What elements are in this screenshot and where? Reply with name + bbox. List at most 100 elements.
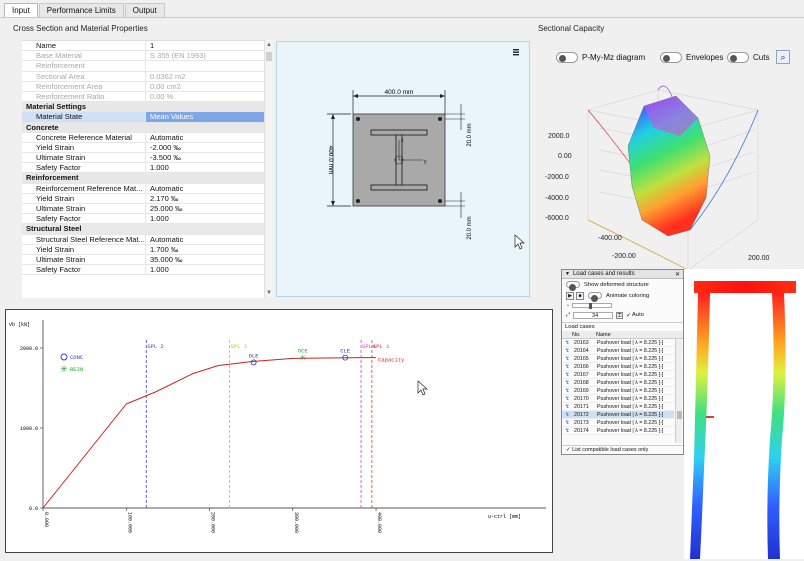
x-tick-label: 200.000 [210, 512, 216, 533]
property-row: Reinforcement [22, 61, 264, 72]
speed-slider[interactable] [572, 303, 613, 309]
check-icon[interactable]: ✓ [566, 447, 571, 453]
property-grid-scrollbar[interactable]: ▲ ▼ [264, 40, 273, 298]
property-value[interactable]: 25.000 ‰ [146, 204, 264, 213]
property-group-header[interactable]: Reinforcement [22, 173, 264, 184]
property-group-header[interactable]: Material Settings [22, 102, 264, 113]
z-tick: 2000.0 [548, 133, 570, 140]
property-row[interactable]: Safety Factor 1.000 [22, 214, 264, 225]
compatible-filter-row[interactable]: ✓ List compatible load cases only [562, 445, 683, 454]
load-case-row[interactable]: ↯ 20165 Pushover load | λ = 8.225 [-] [562, 355, 674, 363]
property-value[interactable]: 1.000 [146, 214, 264, 223]
load-case-no: 20164 [574, 348, 589, 354]
property-row: Reinforcement Ratio 0.00 % [22, 91, 264, 103]
load-case-row[interactable]: ↯ 20168 Pushover load | λ = 8.225 [-] [562, 379, 674, 387]
load-case-name: Pushover load | λ = 8.225 [-] [597, 396, 664, 402]
property-value[interactable]: Automatic [146, 235, 264, 244]
property-value[interactable]: Automatic [146, 184, 264, 193]
toggle-cuts[interactable]: Cuts [727, 52, 769, 63]
property-value[interactable]: -3.500 ‰ [146, 153, 264, 162]
property-value[interactable]: 1.700 ‰ [146, 245, 264, 254]
auto-check-icon[interactable]: ✓ [626, 312, 631, 319]
tab-output[interactable]: Output [124, 3, 165, 17]
y-tick-label: 1000.0 [20, 426, 38, 432]
property-row[interactable]: Concrete Reference Material Automatic [22, 132, 264, 143]
load-case-row[interactable]: ↯ 20173 Pushover load | λ = 8.225 [-] [562, 419, 674, 427]
property-row[interactable]: Yield Strain -2.000 ‰ [22, 142, 264, 154]
z-tick: -4000.0 [545, 195, 569, 202]
load-case-icon: ↯ [565, 356, 570, 362]
toggle-switch-icon[interactable] [727, 52, 749, 63]
collapse-icon[interactable]: ▼ [565, 271, 570, 277]
property-value[interactable]: 35.000 ‰ [146, 255, 264, 264]
property-row[interactable]: Material State Mean Values [22, 112, 264, 123]
load-cases-scrollbar[interactable] [675, 339, 682, 443]
pmm-3d-plot[interactable]: 2000.0 0.00 -2000.0 -4000.0 -6000.0 -400… [540, 70, 804, 270]
zoom-icon[interactable]: ⌕ [776, 50, 790, 64]
property-row[interactable]: Ultimate Strain 25.000 ‰ [22, 204, 264, 215]
property-row[interactable]: Ultimate Strain -3.500 ‰ [22, 153, 264, 164]
property-value[interactable]: 1.000 [146, 265, 264, 274]
x-tick-label: 400.000 [376, 512, 382, 533]
property-name: Concrete [26, 122, 59, 132]
load-case-row[interactable]: ↯ 20164 Pushover load | λ = 8.225 [-] [562, 347, 674, 355]
property-row[interactable]: Structural Steel Reference Mat... Automat… [22, 234, 264, 245]
scroll-thumb[interactable] [677, 411, 682, 419]
property-grid: Name 1 Base Material S 355 (EN 1993) Reinfor… [22, 40, 264, 298]
load-case-row[interactable]: ↯ 20166 Pushover load | λ = 8.225 [-] [562, 363, 674, 371]
tab-input[interactable]: Input [4, 3, 38, 17]
cross-section-title: Cross Section and Material Properties [13, 24, 148, 33]
load-case-row[interactable]: ↯ 20163 Pushover load | λ = 8.225 [-] [562, 339, 674, 347]
vline-label: SPL 3 [231, 343, 248, 350]
lock-icon[interactable]: ⚿ [616, 311, 624, 319]
load-case-row[interactable]: ↯ 20172 Pushover load | λ = 8.225 [-] [562, 411, 674, 419]
load-case-icon: ↯ [565, 340, 570, 346]
load-cases-panel: ▼ Load cases and results ✕ Show deformed… [561, 269, 684, 455]
toggle-switch-icon[interactable] [566, 281, 580, 291]
cross-section-view: 400.0 mm 400.0 mm y z 20.0 mm 20.0 mm [276, 41, 530, 297]
tab-performance-limits[interactable]: Performance Limits [38, 3, 124, 17]
property-value[interactable]: 1.000 [146, 163, 264, 172]
scroll-down-icon[interactable]: ▼ [265, 290, 273, 296]
scroll-up-icon[interactable]: ▲ [265, 42, 273, 48]
load-case-row[interactable]: ↯ 20167 Pushover load | λ = 8.225 [-] [562, 371, 674, 379]
property-value[interactable]: 2.170 ‰ [146, 194, 264, 203]
property-name: Structural Steel Reference Mat... [22, 234, 146, 244]
toggle-switch-icon[interactable] [556, 52, 578, 63]
show-deformed-row[interactable]: Show deformed structure [562, 279, 683, 291]
close-icon[interactable]: ✕ [675, 271, 680, 278]
legend-label: CONC [70, 354, 84, 361]
toggle-pmm-diagram[interactable]: P-My-Mz diagram [556, 52, 645, 63]
property-group-header[interactable]: Structural Steel [22, 224, 264, 235]
property-name: Ultimate Strain [22, 254, 146, 265]
load-cases-header[interactable]: ▼ Load cases and results ✕ [562, 270, 683, 279]
property-row[interactable]: Safety Factor 1.000 [22, 265, 264, 276]
stop-icon[interactable]: ■ [576, 291, 584, 300]
property-row[interactable]: Reinforcement Reference Mat... Automatic [22, 183, 264, 194]
property-value[interactable]: Mean Values [146, 112, 264, 122]
property-row[interactable]: Safety Factor 1.000 [22, 163, 264, 174]
frame-3d-view[interactable] [684, 269, 804, 559]
property-value[interactable]: -2.000 ‰ [146, 143, 264, 152]
load-case-row[interactable]: ↯ 20169 Pushover load | λ = 8.225 [-] [562, 387, 674, 395]
load-case-row[interactable]: ↯ 20170 Pushover load | λ = 8.225 [-] [562, 395, 674, 403]
property-row[interactable]: Name 1 [22, 41, 264, 52]
play-icon[interactable]: ▶ [566, 291, 574, 300]
col-name: Name [596, 332, 611, 338]
toggle-envelopes[interactable]: Envelopes [660, 52, 723, 63]
property-group-header[interactable]: Concrete [22, 122, 264, 133]
property-row[interactable]: Yield Strain 2.170 ‰ [22, 193, 264, 204]
toggle-switch-icon[interactable] [660, 52, 682, 63]
property-value[interactable]: 1 [146, 41, 264, 50]
property-value[interactable]: Automatic [146, 133, 264, 142]
property-value: S 355 (EN 1993) [150, 51, 206, 61]
pushover-chart: Vb [kN] u-ctrl [mm] 0.0 1000.0 2000.0 0.000 10… [5, 309, 553, 553]
property-row[interactable]: Ultimate Strain 35.000 ‰ [22, 254, 264, 266]
load-case-row[interactable]: ↯ 20171 Pushover load | λ = 8.225 [-] [562, 403, 674, 411]
property-row[interactable]: Yield Strain 1.700 ‰ [22, 244, 264, 255]
frame-input[interactable]: 34 [573, 311, 614, 319]
load-case-row[interactable]: ↯ 20174 Pushover load | λ = 8.225 [-] [562, 427, 674, 435]
hamburger-icon[interactable] [513, 49, 519, 56]
toggle-switch-icon[interactable] [588, 292, 602, 302]
scroll-thumb[interactable] [266, 52, 272, 61]
